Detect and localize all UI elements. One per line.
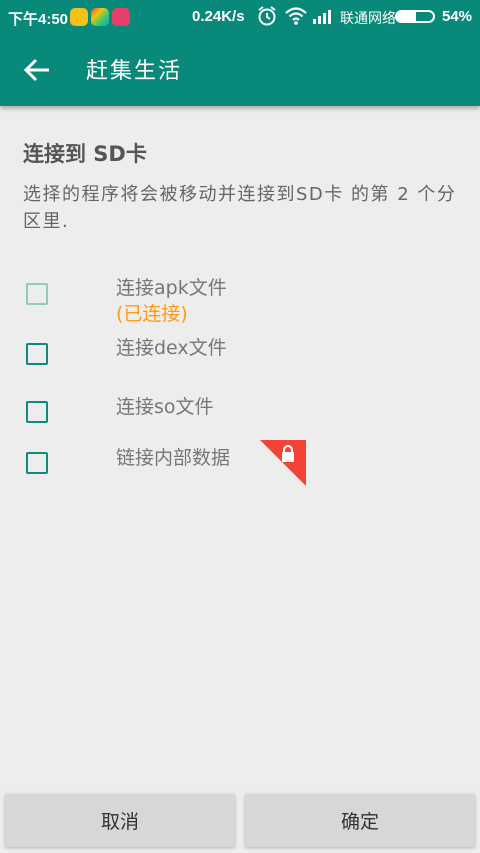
battery-icon bbox=[395, 10, 435, 23]
app-title: 赶集生活 bbox=[86, 59, 183, 84]
option-so-label: 连接so文件 bbox=[116, 396, 214, 418]
alarm-icon bbox=[258, 6, 276, 26]
app-icon-rainbow bbox=[91, 8, 109, 26]
option-apk-label: 连接apk文件 bbox=[116, 277, 227, 299]
notification-icons bbox=[70, 8, 130, 26]
section-description: 选择的程序将会被移动并连接到SD卡 的第 2 个分区里. bbox=[23, 184, 457, 232]
option-internal-data-label: 链接内部数据 bbox=[116, 447, 231, 469]
battery-level bbox=[397, 12, 417, 21]
app-icon-red bbox=[112, 8, 130, 26]
checkbox-so[interactable] bbox=[26, 401, 48, 423]
lock-icon bbox=[260, 440, 306, 486]
screen: 下午4:50 0.24K/s 联通网络 54% 赶集生活 连接到 SD卡 选择的… bbox=[0, 0, 480, 853]
app-icon-yellow bbox=[70, 8, 88, 26]
network-speed: 0.24K/s bbox=[192, 8, 245, 25]
status-time: 下午4:50 bbox=[8, 11, 69, 28]
battery-percent: 54% bbox=[442, 8, 473, 25]
checkbox-internal-data[interactable] bbox=[26, 452, 48, 474]
app-bar: 赶集生活 bbox=[0, 33, 480, 106]
cancel-button[interactable]: 取消 bbox=[5, 794, 235, 847]
carrier-name: 联通网络 bbox=[340, 10, 396, 26]
signal-icon bbox=[313, 10, 331, 24]
option-apk-status: (已连接) bbox=[116, 303, 188, 325]
section-heading: 连接到 SD卡 bbox=[23, 142, 147, 166]
checkbox-dex[interactable] bbox=[26, 343, 48, 365]
option-dex-label: 连接dex文件 bbox=[116, 337, 227, 359]
wifi-icon bbox=[285, 7, 307, 25]
arrow-left-icon[interactable] bbox=[22, 57, 52, 83]
ok-button[interactable]: 确定 bbox=[245, 794, 475, 847]
status-bar: 下午4:50 0.24K/s 联通网络 54% bbox=[0, 0, 480, 33]
checkbox-apk[interactable] bbox=[26, 283, 48, 305]
